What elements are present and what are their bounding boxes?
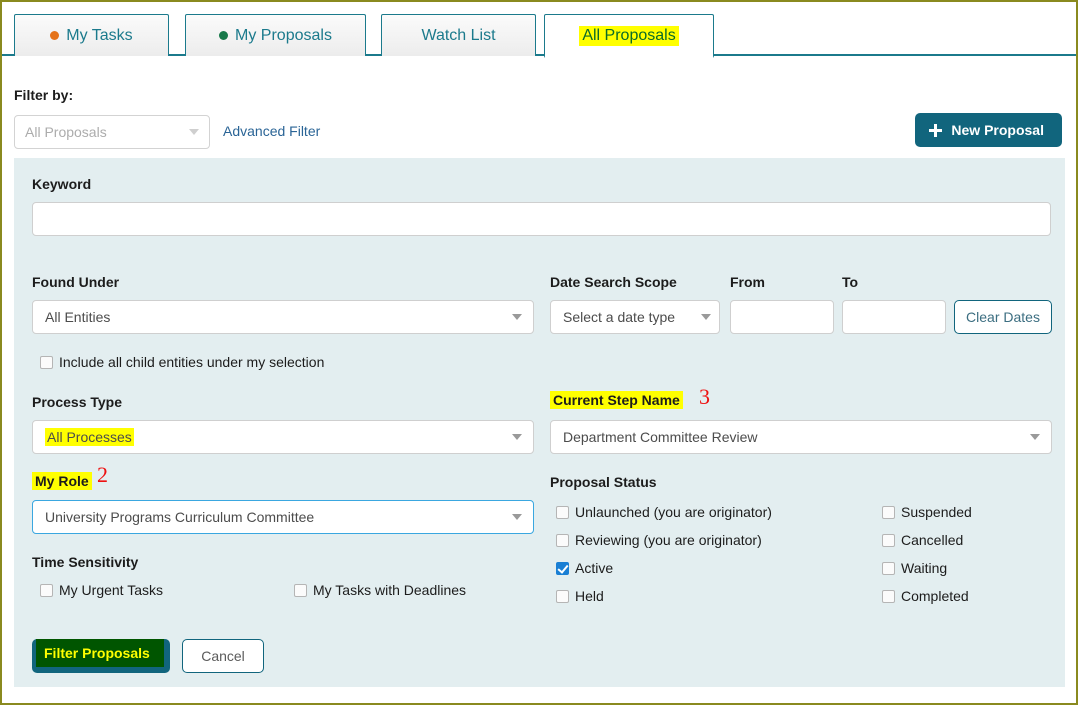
status-active-checkbox[interactable]: [556, 562, 569, 575]
status-reviewing-checkbox[interactable]: [556, 534, 569, 547]
orange-dot-icon: [50, 31, 59, 40]
status-unlaunched-checkbox[interactable]: [556, 506, 569, 519]
tab-my-tasks-label: My Tasks: [66, 27, 132, 45]
new-proposal-button-label: New Proposal: [951, 122, 1044, 138]
my-role-select[interactable]: University Programs Curriculum Committee: [32, 500, 534, 534]
proposal-status-label: Proposal Status: [550, 474, 657, 490]
status-cancelled-row[interactable]: Cancelled: [882, 532, 963, 548]
status-suspended-row[interactable]: Suspended: [882, 504, 972, 520]
green-dot-icon: [219, 31, 228, 40]
status-unlaunched-row[interactable]: Unlaunched (you are originator): [556, 504, 772, 520]
from-date-input[interactable]: [730, 300, 834, 334]
my-role-select-value: University Programs Curriculum Committee: [45, 509, 314, 525]
status-unlaunched-label: Unlaunched (you are originator): [575, 504, 772, 520]
plus-icon: [929, 124, 942, 137]
status-reviewing-label: Reviewing (you are originator): [575, 532, 762, 548]
include-child-entities-checkbox[interactable]: [40, 356, 53, 369]
tab-bar: My Tasks My Proposals Watch List All Pro…: [2, 8, 1076, 56]
keyword-label: Keyword: [32, 176, 91, 192]
status-cancelled-checkbox[interactable]: [882, 534, 895, 547]
tab-watch-list-label: Watch List: [421, 27, 495, 45]
include-child-entities-label: Include all child entities under my sele…: [59, 354, 324, 370]
status-held-checkbox[interactable]: [556, 590, 569, 603]
clear-dates-button[interactable]: Clear Dates: [954, 300, 1052, 334]
my-tasks-with-deadlines-row[interactable]: My Tasks with Deadlines: [294, 582, 466, 598]
my-urgent-tasks-checkbox[interactable]: [40, 584, 53, 597]
cancel-button[interactable]: Cancel: [182, 639, 264, 673]
process-type-select-value: All Processes: [45, 428, 134, 446]
process-type-select[interactable]: All Processes: [32, 420, 534, 454]
new-proposal-button[interactable]: New Proposal: [915, 113, 1062, 147]
filter-by-label: Filter by:: [14, 87, 73, 103]
to-date-input[interactable]: [842, 300, 946, 334]
from-label: From: [730, 274, 765, 290]
status-suspended-checkbox[interactable]: [882, 506, 895, 519]
status-completed-row[interactable]: Completed: [882, 588, 969, 604]
current-step-name-select-value: Department Committee Review: [563, 429, 758, 445]
my-tasks-with-deadlines-label: My Tasks with Deadlines: [313, 582, 466, 598]
advanced-filter-link[interactable]: Advanced Filter: [223, 123, 320, 139]
status-reviewing-row[interactable]: Reviewing (you are originator): [556, 532, 762, 548]
page-frame: My Tasks My Proposals Watch List All Pro…: [0, 0, 1078, 705]
tab-my-proposals-label: My Proposals: [235, 27, 332, 45]
my-tasks-with-deadlines-checkbox[interactable]: [294, 584, 307, 597]
filter-proposals-highlight: [36, 639, 164, 667]
status-cancelled-label: Cancelled: [901, 532, 963, 548]
chevron-down-icon: [512, 434, 522, 440]
chevron-down-icon: [1030, 434, 1040, 440]
status-active-label: Active: [575, 560, 613, 576]
annotation-2: 2: [97, 462, 108, 488]
current-step-name-label: Current Step Name: [550, 392, 683, 408]
my-urgent-tasks-label: My Urgent Tasks: [59, 582, 163, 598]
annotation-3: 3: [699, 384, 710, 410]
status-suspended-label: Suspended: [901, 504, 972, 520]
keyword-input[interactable]: [32, 202, 1051, 236]
found-under-label: Found Under: [32, 274, 119, 290]
my-role-label-text: My Role: [32, 472, 92, 490]
time-sensitivity-label: Time Sensitivity: [32, 554, 138, 570]
status-completed-label: Completed: [901, 588, 969, 604]
chevron-down-icon: [189, 129, 199, 135]
filter-by-select-value: All Proposals: [25, 124, 107, 140]
status-completed-checkbox[interactable]: [882, 590, 895, 603]
date-search-scope-select[interactable]: Select a date type: [550, 300, 720, 334]
process-type-label: Process Type: [32, 394, 122, 410]
status-active-row[interactable]: Active: [556, 560, 613, 576]
filter-by-select[interactable]: All Proposals: [14, 115, 210, 149]
date-search-scope-label: Date Search Scope: [550, 274, 677, 290]
to-label: To: [842, 274, 858, 290]
status-held-label: Held: [575, 588, 604, 604]
current-step-name-label-text: Current Step Name: [550, 391, 683, 409]
date-search-scope-select-value: Select a date type: [563, 309, 675, 325]
found-under-select-value: All Entities: [45, 309, 110, 325]
include-child-entities-row[interactable]: Include all child entities under my sele…: [40, 354, 324, 370]
found-under-select[interactable]: All Entities: [32, 300, 534, 334]
tab-all-proposals[interactable]: All Proposals: [544, 14, 714, 58]
status-waiting-checkbox[interactable]: [882, 562, 895, 575]
my-role-label: My Role: [32, 473, 92, 489]
chevron-down-icon: [512, 314, 522, 320]
filter-panel: Keyword Found Under All Entities Include…: [14, 158, 1065, 687]
tab-all-proposals-label: All Proposals: [579, 26, 678, 46]
my-urgent-tasks-row[interactable]: My Urgent Tasks: [40, 582, 163, 598]
status-waiting-row[interactable]: Waiting: [882, 560, 947, 576]
tab-watch-list[interactable]: Watch List: [381, 14, 536, 56]
chevron-down-icon: [512, 514, 522, 520]
tab-my-tasks[interactable]: My Tasks: [14, 14, 169, 56]
current-step-name-select[interactable]: Department Committee Review: [550, 420, 1052, 454]
chevron-down-icon: [701, 314, 711, 320]
tab-my-proposals[interactable]: My Proposals: [185, 14, 366, 56]
status-held-row[interactable]: Held: [556, 588, 604, 604]
status-waiting-label: Waiting: [901, 560, 947, 576]
